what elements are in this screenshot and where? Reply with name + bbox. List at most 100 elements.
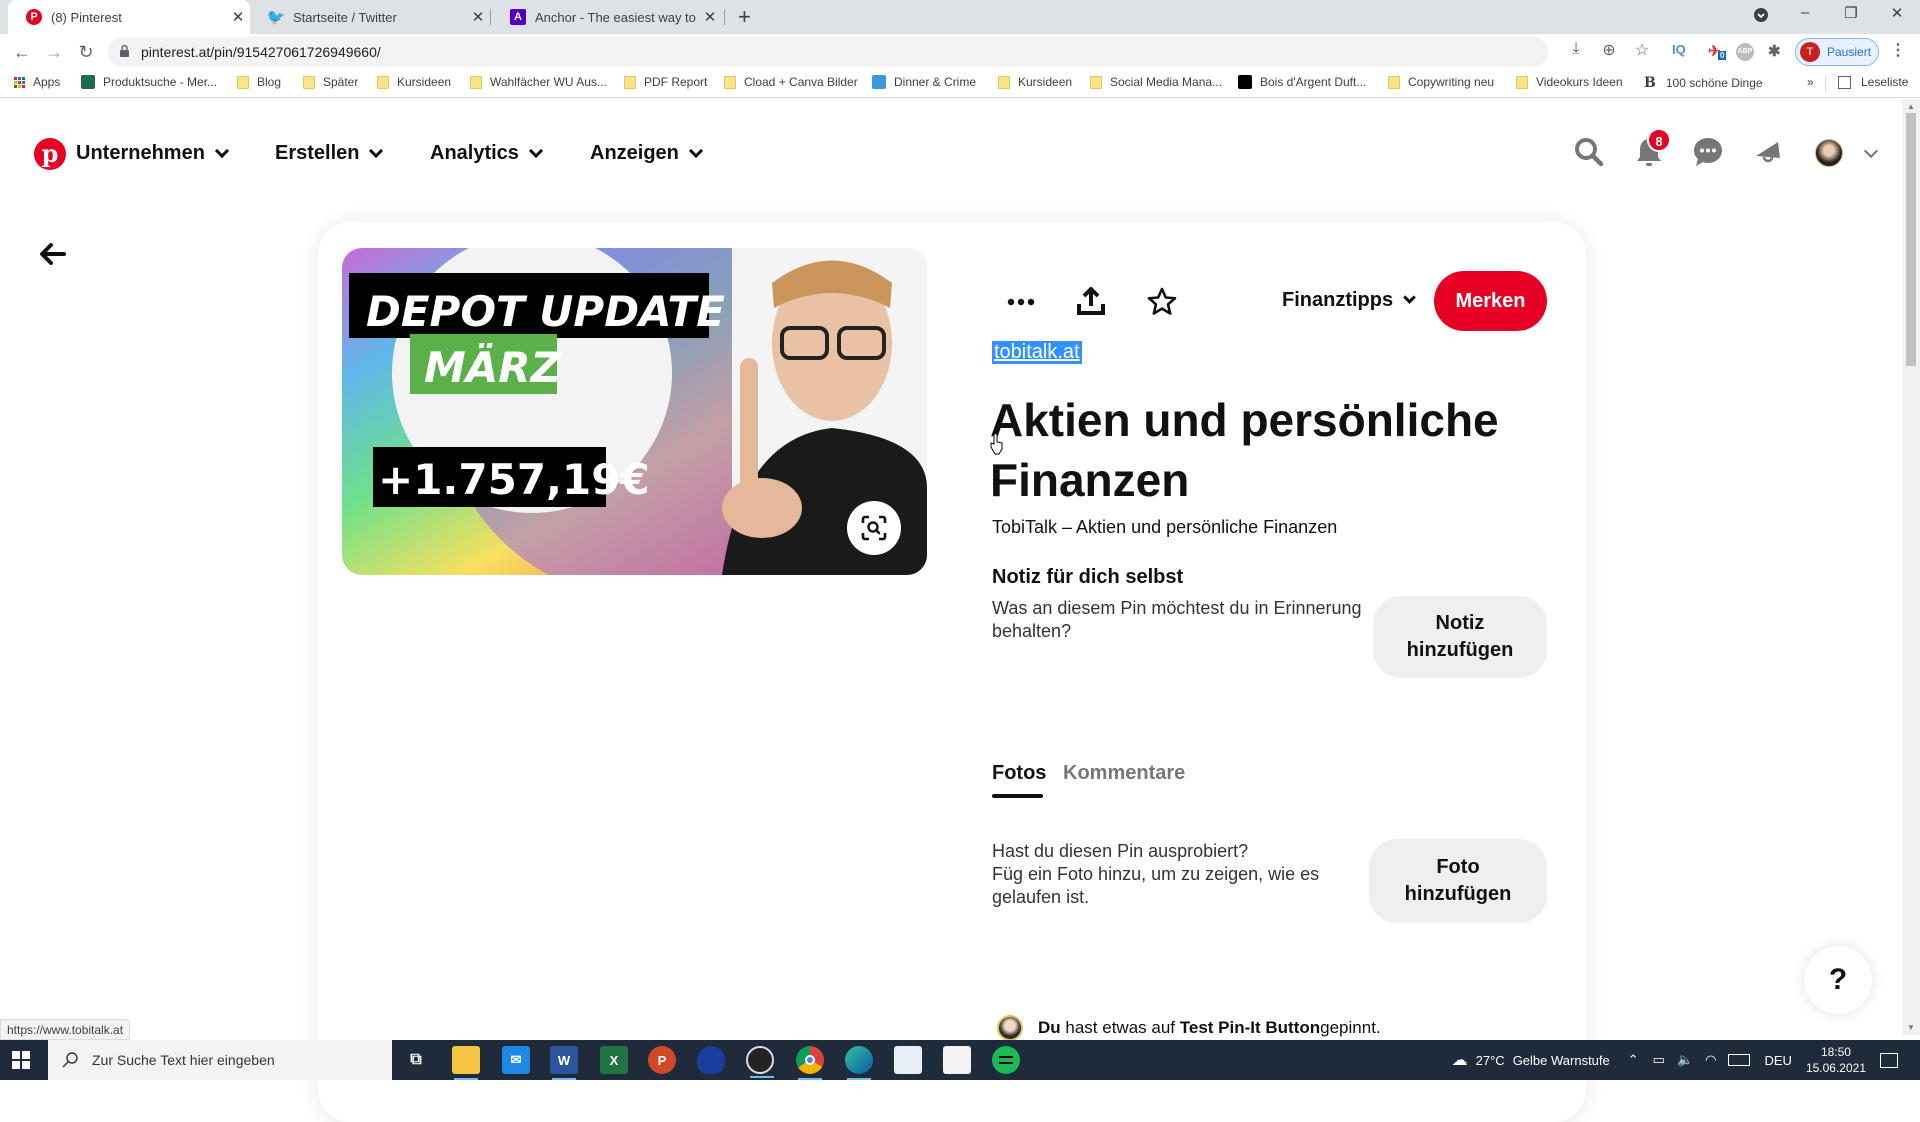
close-tab-icon[interactable]: ✕ (226, 8, 250, 26)
source-link[interactable]: tobitalk.at (992, 341, 1082, 364)
scroll-down-icon[interactable]: ▼ (1907, 1023, 1915, 1032)
tab-photos[interactable]: Fotos (992, 762, 1046, 785)
bookmark-folder[interactable]: Später (303, 75, 358, 89)
excel-icon[interactable]: X (600, 1046, 628, 1074)
bookmark-item[interactable]: Dinner & Crime (872, 75, 976, 89)
app-icon[interactable] (697, 1046, 725, 1074)
visual-search-button[interactable] (847, 501, 901, 555)
adblock-icon[interactable]: ABP (1736, 43, 1754, 61)
weather-text[interactable]: Gelbe Warnstufe (1513, 1053, 1610, 1068)
more-options-icon[interactable] (1005, 286, 1037, 318)
nav-erstellen[interactable]: Erstellen (275, 142, 384, 165)
messages-icon[interactable] (1692, 136, 1724, 168)
bookmark-folder[interactable]: Kursideen (377, 75, 451, 89)
page-scrollbar[interactable]: ▲ ▼ (1902, 99, 1920, 1035)
tab-twitter[interactable]: 🐦 Startseite / Twitter ✕ (250, 0, 490, 34)
extension-iq-icon[interactable]: IQ (1672, 42, 1686, 57)
close-tab-icon[interactable]: ✕ (466, 8, 490, 26)
search-icon (62, 1052, 78, 1068)
forward-nav-icon[interactable]: → (42, 40, 66, 64)
browser-menu-icon[interactable]: ⋮ (1886, 40, 1910, 60)
bookmark-folder[interactable]: Cload + Canva Bilder (724, 75, 858, 89)
apps-grid-icon (14, 76, 25, 88)
tab-anchor[interactable]: A Anchor - The easiest way to mak ✕ (492, 0, 722, 34)
powerpoint-icon[interactable]: P (648, 1046, 676, 1074)
minimize-button[interactable]: – (1785, 4, 1825, 21)
pin-image[interactable]: DEPOT UPDATE MÄRZ +1.757,19€ (342, 248, 927, 575)
divider (1825, 76, 1826, 92)
scroll-up-icon[interactable]: ▲ (1907, 102, 1915, 111)
language-indicator[interactable]: DEU (1764, 1053, 1791, 1068)
account-chevron-down-icon[interactable] (1863, 143, 1879, 159)
bookmark-folder[interactable]: PDF Report (624, 75, 707, 89)
chrome-icon[interactable] (796, 1046, 824, 1080)
bookmark-folder[interactable]: Wahlfächer WU Aus... (470, 75, 607, 89)
bookmark-folder[interactable]: Videokurs Ideen (1516, 75, 1623, 89)
tab-comments[interactable]: Kommentare (1063, 762, 1185, 785)
board-dropdown[interactable]: Finanztipps (1282, 289, 1416, 312)
address-bar[interactable]: pinterest.at/pin/915427061726949660/ (108, 37, 1548, 67)
scrollbar-thumb[interactable] (1906, 113, 1916, 366)
favorite-star-icon[interactable] (1146, 286, 1178, 318)
nav-anzeigen[interactable]: Anzeigen (590, 142, 703, 165)
notepad-app-icon[interactable] (943, 1046, 971, 1074)
camera-icon[interactable]: ▭ (1653, 1052, 1665, 1068)
help-button[interactable]: ? (1804, 946, 1872, 1014)
task-view-icon[interactable]: ⧉ (402, 1046, 430, 1074)
bookmark-apps[interactable]: Apps (14, 75, 60, 89)
site-icon (81, 75, 95, 89)
add-note-button[interactable]: Notiz hinzufügen (1373, 596, 1547, 678)
nav-analytics[interactable]: Analytics (430, 142, 544, 165)
bookmark-folder[interactable]: Copywriting neu (1388, 75, 1494, 89)
zoom-icon[interactable]: ⊕ (1597, 40, 1621, 60)
tab-pinterest[interactable]: P (8) Pinterest ✕ (8, 0, 250, 34)
back-nav-icon[interactable]: ← (10, 40, 34, 64)
action-center-icon[interactable] (1880, 1052, 1898, 1068)
reload-icon[interactable]: ↻ (74, 40, 98, 64)
install-icon[interactable]: ⤓ (1564, 40, 1588, 58)
bookmark-star-icon[interactable]: ☆ (1630, 40, 1654, 60)
clock[interactable]: 18:50 15.06.2021 (1806, 1044, 1866, 1076)
back-arrow-icon[interactable] (36, 238, 68, 270)
url-text[interactable]: pinterest.at/pin/915427061726949660/ (141, 44, 381, 60)
search-icon[interactable] (1573, 136, 1605, 168)
taskbar-search[interactable]: Zur Suche Text hier eingeben (48, 1040, 392, 1080)
close-tab-icon[interactable]: ✕ (698, 8, 722, 26)
bookmark-item[interactable]: Bois d'Argent Duft... (1238, 75, 1366, 89)
profile-avatar[interactable] (1815, 139, 1843, 167)
bookmark-folder[interactable]: Social Media Mana... (1090, 75, 1222, 89)
extensions-puzzle-icon[interactable]: ✱ (1768, 42, 1781, 60)
edge-icon[interactable] (845, 1046, 873, 1080)
bookmark-item[interactable]: Produktsuche - Mer... (81, 75, 217, 89)
tab-search-icon[interactable] (1741, 7, 1781, 27)
image-month: MÄRZ (424, 342, 563, 392)
pinterest-logo[interactable]: p (34, 138, 66, 170)
word-icon[interactable]: W (550, 1046, 578, 1080)
updates-megaphone-icon[interactable] (1752, 136, 1784, 168)
wifi-icon[interactable]: ◠ (1705, 1052, 1716, 1068)
add-photo-button[interactable]: Foto hinzufügen (1369, 839, 1547, 923)
file-explorer-icon[interactable] (452, 1046, 480, 1080)
profile-button[interactable]: T Pausiert (1795, 38, 1879, 66)
obs-icon[interactable] (746, 1046, 774, 1078)
bookmark-folder[interactable]: Blog (237, 75, 281, 89)
windows-start-icon[interactable] (12, 1051, 30, 1069)
bookmarks-overflow-button[interactable]: » (1807, 75, 1814, 89)
spotify-icon[interactable] (992, 1046, 1020, 1074)
tray-overflow-icon[interactable]: ⌃ (1628, 1052, 1639, 1068)
close-window-button[interactable]: ✕ (1877, 4, 1917, 22)
restore-button[interactable]: ❐ (1831, 4, 1871, 22)
nav-unternehmen[interactable]: Unternehmen (76, 142, 229, 165)
weather-temp[interactable]: 27°C (1476, 1053, 1505, 1068)
bookmark-folder[interactable]: Kursideen (998, 75, 1072, 89)
save-button[interactable]: Merken (1434, 271, 1547, 331)
keyboard-icon[interactable] (1728, 1054, 1751, 1066)
extension-bird-icon[interactable]: ✈ 0 (1708, 42, 1727, 60)
new-tab-button[interactable]: + (738, 4, 751, 30)
reading-list-button[interactable]: Leseliste (1838, 75, 1908, 89)
share-icon[interactable] (1075, 286, 1107, 318)
mail-icon[interactable]: ✉ (502, 1046, 530, 1074)
volume-icon[interactable]: 🔈 (1677, 1052, 1693, 1068)
bookmark-item[interactable]: B 100 schöne Dinge (1644, 75, 1763, 91)
document-app-icon[interactable] (894, 1046, 922, 1074)
